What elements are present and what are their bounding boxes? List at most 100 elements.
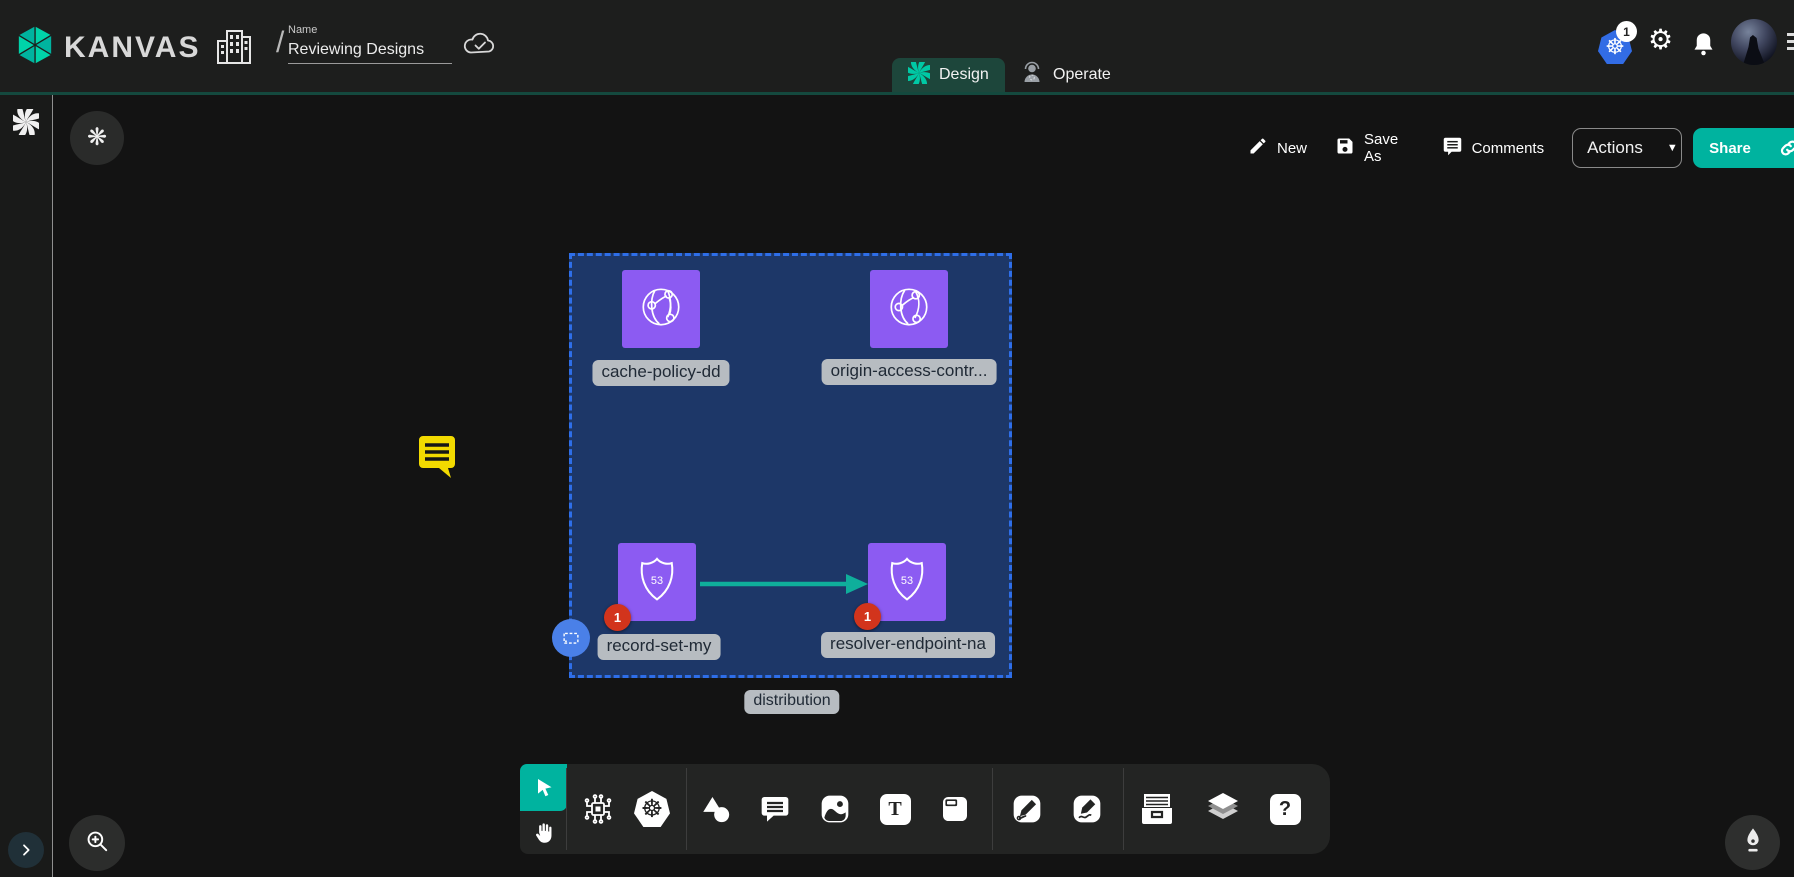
operate-tab-icon (1020, 61, 1044, 90)
drawer-archive-icon (1139, 792, 1175, 826)
hand-icon (531, 820, 557, 846)
issue-count-badge[interactable]: 1 (604, 604, 631, 631)
canvas-toolbar: New Save As Comments Actions ▼ (1248, 127, 1794, 169)
actions-dropdown[interactable]: Actions ▼ (1572, 128, 1682, 168)
save-status-cloud-icon[interactable] (462, 30, 498, 62)
group-drag-handle[interactable] (552, 619, 590, 657)
design-name-input[interactable] (288, 39, 452, 64)
canvas-options-button[interactable]: ❋ (70, 111, 124, 165)
node-label-record-set[interactable]: record-set-my (598, 634, 721, 660)
node-label-origin-access[interactable]: origin-access-contr... (822, 359, 997, 385)
svg-text:53: 53 (901, 575, 913, 587)
layers-tool[interactable] (1204, 790, 1242, 828)
organization-icon[interactable] (212, 24, 256, 75)
pen-path-tool[interactable] (1008, 790, 1046, 828)
node-label-resolver-endpoint[interactable]: resolver-endpoint-na (821, 632, 995, 658)
node-label-cache-policy[interactable]: cache-policy-dd (592, 360, 729, 386)
connection-arrow[interactable] (698, 571, 870, 602)
comments-button[interactable]: Comments (1442, 136, 1545, 161)
layers-icon (1205, 791, 1241, 827)
kubernetes-context-button[interactable]: ☸ 1 (1598, 30, 1632, 64)
copy-link-icon[interactable] (1767, 137, 1794, 159)
actions-label: Actions (1573, 138, 1657, 158)
node-resolver-endpoint[interactable]: 53 (868, 543, 946, 621)
toolbar-divider (1123, 768, 1124, 850)
comment-tool[interactable] (756, 790, 794, 828)
design-name-group: Name (288, 24, 452, 64)
tab-design[interactable]: Design (892, 58, 1005, 92)
floppy-save-icon (1335, 136, 1355, 160)
user-avatar[interactable] (1731, 19, 1777, 65)
toolbar-divider (566, 768, 567, 850)
design-name-label: Name (288, 24, 452, 36)
comments-icon (1442, 136, 1463, 161)
components-tool[interactable] (579, 790, 617, 828)
cloudfront-globe-icon (882, 280, 936, 339)
toolbar-divider (686, 768, 687, 850)
freehand-draw-tool[interactable] (1068, 790, 1106, 828)
comment-bubble-icon (759, 793, 791, 825)
text-glyph: T (888, 798, 901, 821)
settings-gear-icon[interactable]: ⚙ (1648, 26, 1673, 54)
pencil-scribble-icon (1071, 793, 1103, 825)
save-as-button[interactable]: Save As (1335, 131, 1414, 165)
cloudfront-globe-icon (634, 280, 688, 339)
tab-design-label: Design (939, 66, 989, 84)
new-button[interactable]: New (1248, 136, 1307, 160)
route53-shield-icon: 53 (630, 553, 684, 612)
comments-label: Comments (1472, 140, 1545, 157)
image-tool[interactable] (816, 790, 854, 828)
kubernetes-icon: ☸ (634, 791, 670, 827)
tab-operate[interactable]: Operate (1004, 58, 1127, 92)
save-as-label: Save As (1364, 131, 1414, 165)
question-glyph: ? (1279, 798, 1291, 821)
breadcrumb-separator: / (276, 26, 284, 60)
header-accent-line (0, 92, 1794, 95)
tab-operate-label: Operate (1053, 66, 1111, 84)
select-tool-active[interactable] (520, 764, 567, 811)
pen-path-icon (1011, 793, 1043, 825)
pen-tool-fab[interactable] (1725, 815, 1780, 870)
text-tool[interactable]: T (876, 790, 914, 828)
brand-name: KANVAS (64, 31, 200, 65)
node-cache-policy[interactable] (622, 270, 700, 348)
notifications-bell-icon[interactable] (1690, 30, 1717, 63)
help-tool[interactable]: ? (1266, 790, 1304, 828)
node-record-set[interactable]: 53 (618, 543, 696, 621)
shapes-tool[interactable] (697, 790, 735, 828)
pen-nib-icon (1739, 826, 1767, 859)
pan-hand-tool[interactable] (526, 815, 561, 850)
drawer-tool[interactable] (1138, 790, 1176, 828)
expand-sidebar-button[interactable] (8, 832, 44, 868)
svg-text:53: 53 (651, 575, 663, 587)
app-header: KANVAS / Name (0, 0, 1794, 92)
pencil-icon (1248, 136, 1268, 160)
text-tool-icon: T (880, 794, 911, 825)
group-label-distribution[interactable]: distribution (744, 690, 839, 714)
kubernetes-tool[interactable]: ☸ (633, 790, 671, 828)
node-origin-access[interactable] (870, 270, 948, 348)
share-label: Share (1693, 140, 1767, 157)
image-icon (819, 793, 851, 825)
kubernetes-glyph: ☸ (641, 797, 663, 822)
toolbar-divider (992, 768, 993, 850)
kanvas-logo[interactable]: KANVAS (14, 24, 200, 71)
meshery-spiral-icon[interactable] (13, 109, 39, 140)
new-label: New (1277, 140, 1307, 157)
zoom-button[interactable] (69, 815, 125, 871)
share-button[interactable]: Share (1693, 128, 1794, 168)
kanvas-logo-icon (14, 24, 56, 71)
overflow-menu-icon[interactable] (1787, 33, 1794, 54)
magnifier-plus-icon (84, 828, 110, 859)
issue-count-badge[interactable]: 1 (854, 603, 881, 630)
shapes-icon (699, 792, 733, 826)
chevron-down-icon[interactable]: ▼ (1657, 142, 1682, 154)
comment-marker-icon[interactable] (412, 432, 458, 485)
design-tab-icon (908, 62, 930, 89)
cursor-arrow-icon (532, 776, 556, 800)
route53-shield-icon: 53 (880, 553, 934, 612)
left-sidebar (0, 95, 53, 877)
bottom-toolbar: ☸ T (520, 764, 1330, 854)
kubernetes-context-count-badge: 1 (1616, 21, 1637, 42)
frame-tool[interactable] (936, 790, 974, 828)
